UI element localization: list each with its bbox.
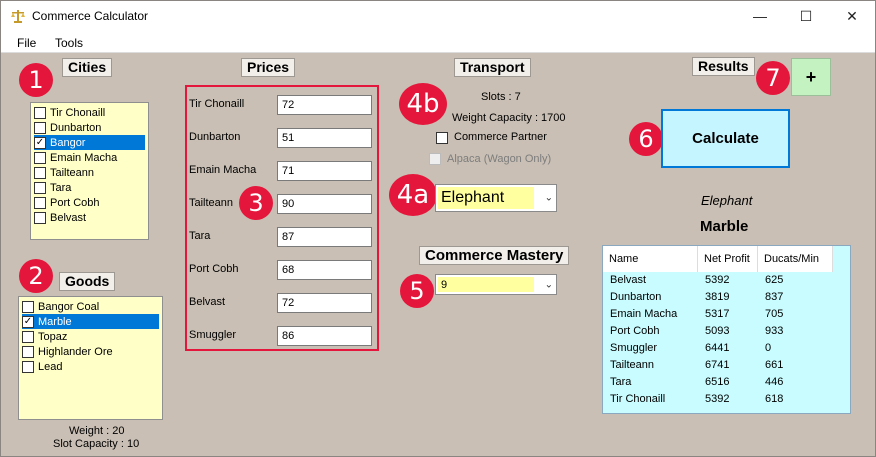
price-row: Port Cobh 68 [189, 260, 374, 280]
city-item[interactable]: Tailteann [34, 165, 145, 180]
checkbox[interactable] [34, 121, 46, 134]
price-input[interactable]: 68 [277, 260, 372, 280]
goods-item[interactable]: Highlander Ore [22, 344, 159, 359]
price-input[interactable]: 90 [277, 194, 372, 214]
cities-list[interactable]: Tir Chonaill Dunbarton ✓ Bangor Emain Mac… [30, 102, 149, 240]
commerce-partner-label: Commerce Partner [454, 131, 547, 143]
transport-slots: Slots : 7 [481, 91, 521, 103]
table-header: Name Net Profit Ducats/Min [603, 246, 833, 272]
goods-item[interactable]: Topaz [22, 329, 159, 344]
goods-item[interactable]: Bangor Coal [22, 299, 159, 314]
table-row[interactable]: Tir Chonaill 5392 618 [603, 391, 833, 408]
chevron-down-icon: ⌄ [544, 279, 553, 290]
commerce-partner-checkbox[interactable] [436, 132, 448, 144]
menu-bar: File Tools [1, 31, 875, 53]
transport-dropdown[interactable]: Elephant ⌄ [435, 184, 557, 212]
window-title: Commerce Calculator [32, 9, 149, 23]
calculate-button[interactable]: Calculate [661, 109, 790, 168]
goods-slot-capacity: Slot Capacity : 10 [53, 438, 140, 450]
price-row: Dunbarton 51 [189, 128, 374, 148]
goods-label: Goods [59, 272, 116, 291]
app-window: Commerce Calculator — ☐ ✕ File Tools Cit… [0, 0, 876, 457]
checkbox[interactable] [22, 330, 34, 343]
alpaca-checkbox[interactable] [429, 153, 441, 165]
mastery-dropdown[interactable]: 9 ⌄ [435, 274, 557, 295]
table-row[interactable]: Tara 6516 446 [603, 374, 833, 391]
checkbox[interactable] [34, 181, 46, 194]
transport-weight-capacity: Weight Capacity : 1700 [452, 112, 566, 124]
city-item[interactable]: Tara [34, 180, 145, 195]
price-row: Emain Macha 71 [189, 161, 374, 181]
chevron-down-icon: ⌄ [544, 192, 553, 204]
minimize-button[interactable]: — [737, 1, 783, 31]
scales-icon [11, 10, 25, 23]
badge-1: 1 [19, 63, 53, 97]
column-header[interactable]: Net Profit [698, 246, 758, 272]
prices-label: Prices [241, 58, 296, 77]
checkbox[interactable] [22, 345, 34, 358]
checkbox[interactable] [34, 211, 46, 224]
price-input[interactable]: 71 [277, 161, 372, 181]
city-item[interactable]: Port Cobh [34, 195, 145, 210]
price-row: Tailteann 90 [189, 194, 374, 214]
checkbox[interactable] [22, 300, 34, 313]
column-header[interactable]: Name [603, 246, 698, 272]
results-label: Results [692, 57, 755, 76]
table-row[interactable]: Port Cobh 5093 933 [603, 323, 833, 340]
add-button[interactable]: + [791, 58, 831, 96]
goods-item[interactable]: Lead [22, 359, 159, 374]
badge-4b: 4b [399, 83, 447, 125]
title-bar: Commerce Calculator — ☐ ✕ [1, 1, 875, 31]
checkbox[interactable] [22, 360, 34, 373]
checkbox[interactable]: ✓ [22, 315, 34, 328]
badge-3: 3 [239, 186, 273, 220]
checkbox[interactable]: ✓ [34, 136, 46, 149]
badge-4a: 4a [389, 174, 437, 216]
price-input[interactable]: 72 [277, 293, 372, 313]
badge-7: 7 [756, 61, 790, 95]
result-transport-name: Elephant [701, 193, 753, 208]
price-row: Belvast 72 [189, 293, 374, 313]
table-row[interactable]: Smuggler 6441 0 [603, 340, 833, 357]
checkbox[interactable] [34, 151, 46, 164]
commerce-mastery-label: Commerce Mastery [419, 246, 570, 265]
table-row[interactable]: Emain Macha 5317 705 [603, 306, 833, 323]
table-row[interactable]: Belvast 5392 625 [603, 272, 833, 289]
column-header[interactable]: Ducats/Min [758, 246, 833, 272]
badge-6: 6 [629, 122, 663, 156]
goods-weight: Weight : 20 [69, 425, 125, 437]
checkbox[interactable] [34, 166, 46, 179]
checkbox[interactable] [34, 196, 46, 209]
checkbox[interactable] [34, 106, 46, 119]
badge-5: 5 [400, 274, 434, 308]
price-row: Tara 87 [189, 227, 374, 247]
city-item[interactable]: Dunbarton [34, 120, 145, 135]
transport-label: Transport [454, 58, 531, 77]
result-good-name: Marble [700, 218, 749, 235]
price-input[interactable]: 86 [277, 326, 372, 346]
maximize-button[interactable]: ☐ [783, 1, 829, 31]
badge-2: 2 [19, 259, 53, 293]
menu-tools[interactable]: Tools [55, 36, 83, 50]
alpaca-label: Alpaca (Wagon Only) [447, 153, 552, 165]
city-item[interactable]: Belvast [34, 210, 145, 225]
menu-file[interactable]: File [17, 36, 36, 50]
city-item[interactable]: ✓ Bangor [34, 135, 145, 150]
price-input[interactable]: 87 [277, 227, 372, 247]
price-row: Tir Chonaill 72 [189, 95, 374, 115]
table-row[interactable]: Dunbarton 3819 837 [603, 289, 833, 306]
cities-label: Cities [62, 58, 113, 77]
close-button[interactable]: ✕ [829, 1, 875, 31]
city-item[interactable]: Emain Macha [34, 150, 145, 165]
price-input[interactable]: 51 [277, 128, 372, 148]
table-row[interactable]: Tailteann 6741 661 [603, 357, 833, 374]
city-item[interactable]: Tir Chonaill [34, 105, 145, 120]
price-row: Smuggler 86 [189, 326, 374, 346]
results-table[interactable]: Name Net Profit Ducats/Min Belvast 5392 62… [602, 245, 851, 414]
goods-list[interactable]: Bangor Coal ✓ Marble Topaz Highlander Ore… [18, 296, 163, 420]
price-input[interactable]: 72 [277, 95, 372, 115]
goods-item[interactable]: ✓ Marble [22, 314, 159, 329]
